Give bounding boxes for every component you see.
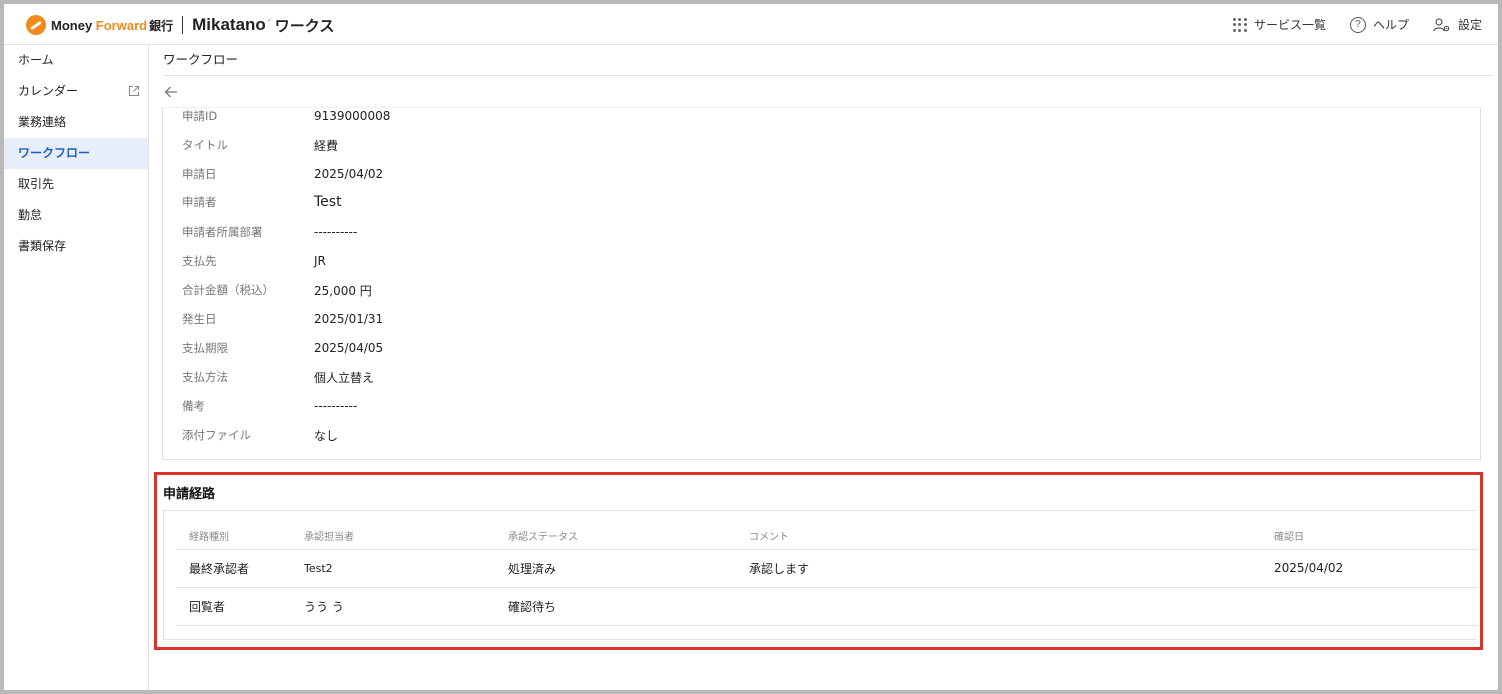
detail-value: なし (314, 428, 339, 443)
sidebar-item-label: カレンダー (18, 84, 79, 98)
back-row (163, 76, 1492, 107)
cell-confirm-date (1261, 587, 1478, 626)
table-header-row: 経路種別 承認担当者 承認ステータス コメント 確認日 (176, 523, 1478, 550)
column-header-status: 承認ステータス (495, 523, 736, 550)
detail-value: ---------- (314, 399, 358, 413)
sidebar-item-label: 勤怠 (18, 208, 43, 222)
detail-label: 支払方法 (182, 370, 228, 384)
detail-value: JR (314, 254, 326, 268)
sidebar-item-label: 業務連絡 (18, 115, 67, 129)
help-label: ヘルプ (1372, 18, 1409, 32)
brand-money-forward: Money Forward (51, 18, 147, 33)
sidebar-item-label: ワークフロー (18, 146, 91, 160)
top-nav: サービス一覧 ? ヘルプ 設定 (1232, 4, 1482, 45)
mikatano-accent-icon: ´ (265, 18, 272, 32)
detail-value: 個人立替え (314, 370, 375, 385)
approval-route-table: 経路種別 承認担当者 承認ステータス コメント 確認日 最終承認者 Test2 … (176, 523, 1478, 626)
cell-comment: 承認します (736, 549, 1261, 588)
detail-label: 支払期限 (182, 341, 228, 355)
table-row: 最終承認者 Test2 処理済み 承認します 2025/04/02 (176, 549, 1478, 588)
column-header-route-type: 経路種別 (176, 523, 291, 550)
cell-status: 処理済み (495, 549, 736, 588)
app-grid-icon (1232, 17, 1247, 32)
cell-approver: Test2 (291, 549, 495, 588)
user-gear-icon (1433, 17, 1450, 31)
sidebar-item-calendar[interactable]: カレンダー (4, 76, 148, 107)
brand-works-text: ワークス (274, 16, 335, 35)
detail-label: 備考 (182, 399, 205, 413)
column-header-approver: 承認担当者 (291, 523, 495, 550)
detail-value: 経費 (314, 138, 339, 153)
cell-comment (736, 587, 1261, 626)
detail-value: 2025/01/31 (314, 312, 384, 326)
application-detail-panel: 申請ID 9139000008 タイトル 経費 申請日 2025/04/02 申… (162, 107, 1481, 460)
sidebar-item-business-notice[interactable]: 業務連絡 (4, 107, 148, 138)
money-forward-logo-icon (26, 15, 46, 35)
sidebar-item-label: 取引先 (18, 177, 55, 191)
settings-label: 設定 (1457, 18, 1482, 32)
table-row: 回覧者 うう う 確認待ち (176, 587, 1478, 626)
sidebar-item-label: ホーム (18, 53, 54, 67)
external-link-icon (129, 86, 139, 96)
brand-forward-text: Forward (95, 17, 148, 33)
approval-route-title: 申請経路 (163, 487, 216, 502)
sidebar-item-workflow[interactable]: ワークフロー (4, 138, 148, 169)
help-circle-icon: ? (1349, 16, 1366, 33)
page-title: ワークフロー (163, 45, 1492, 76)
brand-money-text: Money (51, 17, 96, 33)
main-content: ワークフロー 申請ID 9139000008 タイトル 経費 申請日 2025/… (150, 45, 1498, 690)
detail-value: 9139000008 (314, 109, 391, 123)
brand-mikatano-text: Mikatano (192, 15, 266, 34)
cell-approver: うう う (291, 587, 495, 626)
sidebar-item-document-storage[interactable]: 書類保存 (4, 231, 148, 262)
detail-label: 申請者所属部署 (182, 225, 263, 239)
approval-route-section: 申請経路 経路種別 承認担当者 承認ステータス コメント 確認日 最終承認者 T… (154, 472, 1483, 650)
cell-route-type: 回覧者 (176, 587, 291, 626)
detail-label: 申請日 (182, 167, 217, 181)
detail-value: ---------- (314, 225, 358, 239)
services-label: サービス一覧 (1253, 18, 1326, 32)
cell-confirm-date: 2025/04/02 (1261, 549, 1478, 588)
column-header-confirm-date: 確認日 (1261, 523, 1478, 550)
top-bar: Money Forward 銀行 Mikatano ´ ワークス サービス一覧 … (4, 4, 1498, 45)
cell-status: 確認待ち (495, 587, 736, 626)
detail-label: 合計金額（税込） (182, 283, 274, 297)
approval-route-panel: 経路種別 承認担当者 承認ステータス コメント 確認日 最終承認者 Test2 … (163, 510, 1478, 640)
detail-label: 発生日 (182, 312, 217, 326)
column-header-comment: コメント (736, 523, 1261, 550)
services-menu-button[interactable]: サービス一覧 (1232, 16, 1326, 33)
brand-logo[interactable]: Money Forward 銀行 Mikatano ´ ワークス (26, 14, 334, 36)
settings-button[interactable]: 設定 (1433, 16, 1482, 33)
back-arrow-icon[interactable] (163, 84, 179, 100)
help-button[interactable]: ? ヘルプ (1349, 16, 1409, 33)
detail-value: 2025/04/02 (314, 167, 384, 181)
detail-label: タイトル (182, 138, 228, 152)
detail-value: 2025/04/05 (314, 341, 384, 355)
cell-route-type: 最終承認者 (176, 549, 291, 588)
sidebar: ホーム カレンダー 業務連絡 ワークフロー 取引先 勤怠 書類保存 (4, 45, 149, 690)
detail-label: 添付ファイル (182, 428, 251, 442)
detail-value: Test (314, 194, 342, 210)
detail-label: 申請ID (182, 109, 218, 123)
detail-label: 申請者 (182, 195, 217, 209)
sidebar-item-home[interactable]: ホーム (4, 45, 148, 76)
page-title-text: ワークフロー (163, 52, 239, 67)
sidebar-item-attendance[interactable]: 勤怠 (4, 200, 148, 231)
detail-label: 支払先 (182, 254, 217, 268)
brand-bank-text: 銀行 (149, 18, 174, 33)
logo-divider (182, 16, 184, 34)
sidebar-item-clients[interactable]: 取引先 (4, 169, 148, 200)
sidebar-item-label: 書類保存 (18, 239, 67, 253)
detail-value: 25,000 円 (314, 283, 372, 298)
